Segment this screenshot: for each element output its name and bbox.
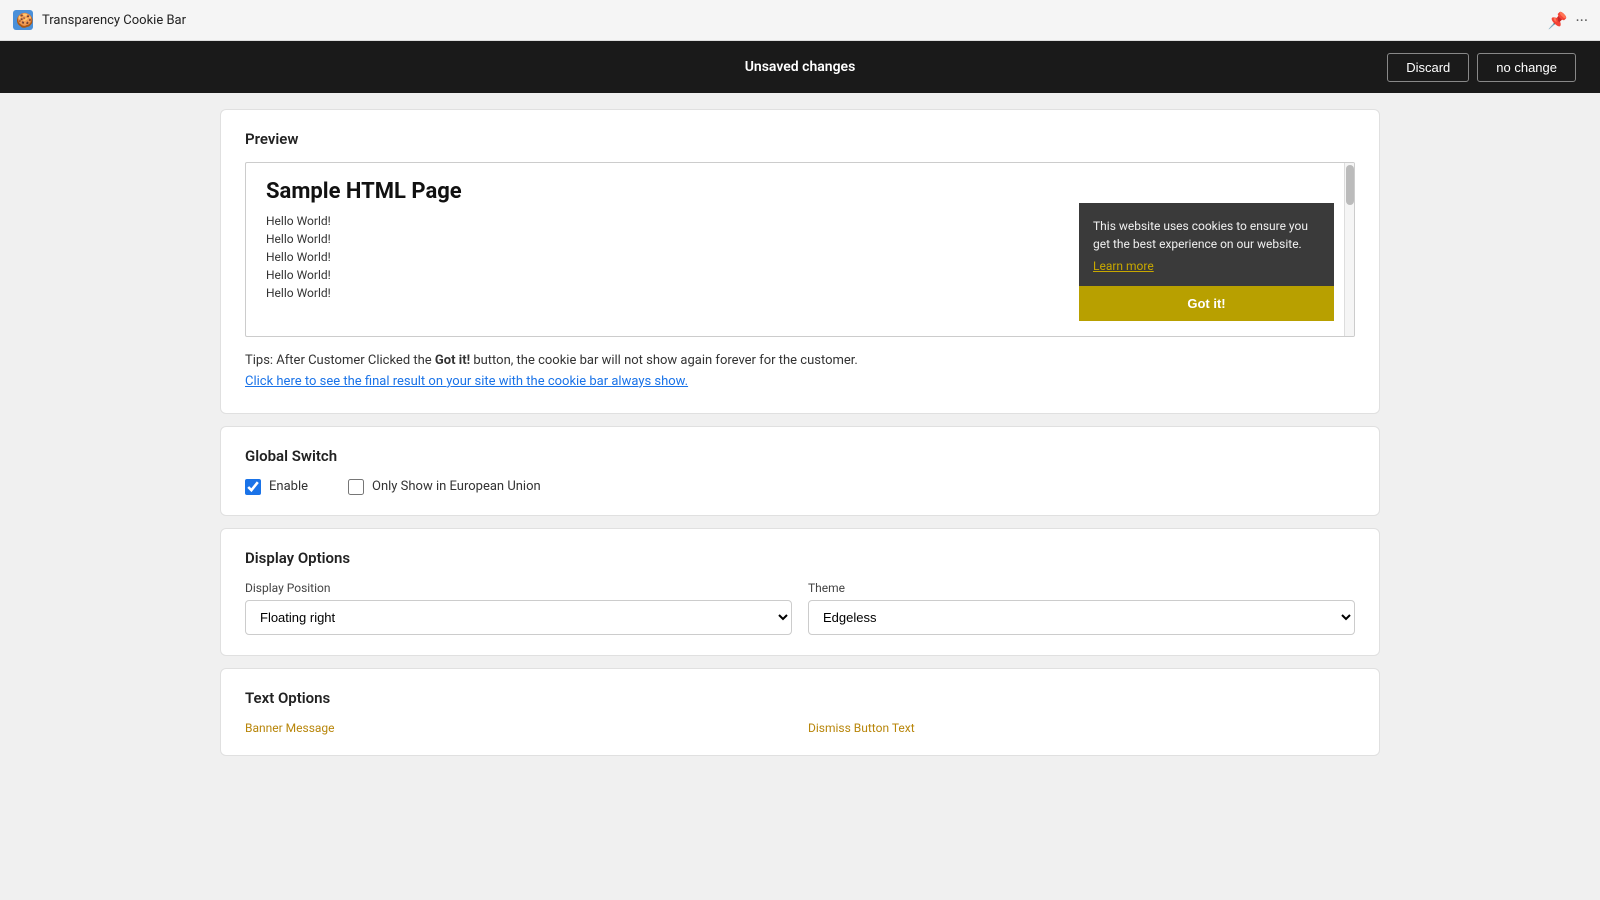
switch-row: Enable Only Show in European Union [245, 479, 1355, 495]
tips-text2: button, the cookie bar will not show aga… [470, 353, 858, 368]
cookie-popup-body: This website uses cookies to ensure you … [1079, 203, 1334, 286]
dismiss-button-field: Dismiss Button Text [808, 721, 1355, 735]
unsaved-title: Unsaved changes [745, 59, 856, 75]
text-options-title: Text Options [245, 689, 1355, 707]
main-content: Preview Sample HTML Page Hello World! He… [0, 93, 1600, 772]
position-label: Display Position [245, 581, 792, 595]
eu-checkbox-label[interactable]: Only Show in European Union [348, 479, 541, 495]
enable-checkbox-label[interactable]: Enable [245, 479, 308, 495]
display-options-title: Display Options [245, 549, 1355, 567]
tips-link[interactable]: Click here to see the final result on yo… [245, 374, 688, 389]
display-options-card: Display Options Display Position Floatin… [220, 528, 1380, 656]
enable-checkbox[interactable] [245, 479, 261, 495]
cookie-popup-learn-more[interactable]: Learn more [1093, 259, 1154, 273]
svg-text:🍪: 🍪 [16, 12, 33, 29]
title-bar-right: 📌 ··· [1548, 11, 1588, 30]
no-change-button[interactable]: no change [1477, 53, 1576, 82]
tips-text1: Tips: After Customer Clicked the [245, 353, 435, 368]
preview-card: Preview Sample HTML Page Hello World! He… [220, 109, 1380, 414]
tips-section: Tips: After Customer Clicked the Got it!… [245, 351, 1355, 393]
cookie-popup-message: This website uses cookies to ensure you … [1093, 217, 1320, 253]
preview-iframe: Sample HTML Page Hello World! Hello Worl… [245, 162, 1355, 337]
title-bar: 🍪 Transparency Cookie Bar 📌 ··· [0, 0, 1600, 41]
unsaved-actions: Discard no change [1387, 53, 1576, 82]
preview-title: Preview [245, 130, 1355, 148]
enable-label: Enable [269, 479, 308, 494]
discard-button[interactable]: Discard [1387, 53, 1469, 82]
cookie-popup: This website uses cookies to ensure you … [1079, 203, 1334, 321]
app-title: Transparency Cookie Bar [42, 13, 186, 28]
theme-select[interactable]: Edgeless Classic Modern [808, 600, 1355, 635]
options-grid: Display Position Floating right Floating… [245, 581, 1355, 635]
title-bar-left: 🍪 Transparency Cookie Bar [12, 9, 186, 31]
tips-bold: Got it! [435, 353, 470, 368]
preview-page-title: Sample HTML Page [266, 179, 1334, 204]
text-options-card: Text Options Banner Message Dismiss Butt… [220, 668, 1380, 756]
app-icon: 🍪 [12, 9, 34, 31]
position-field: Display Position Floating right Floating… [245, 581, 792, 635]
dismiss-button-label: Dismiss Button Text [808, 721, 1355, 735]
global-switch-title: Global Switch [245, 447, 1355, 465]
preview-inner: Sample HTML Page Hello World! Hello Worl… [246, 163, 1354, 336]
cookie-popup-button[interactable]: Got it! [1079, 286, 1334, 321]
eu-label: Only Show in European Union [372, 479, 541, 494]
position-select[interactable]: Floating right Floating left Bottom bar … [245, 600, 792, 635]
eu-checkbox[interactable] [348, 479, 364, 495]
theme-label: Theme [808, 581, 1355, 595]
banner-message-label: Banner Message [245, 721, 792, 735]
text-options-grid: Banner Message Dismiss Button Text [245, 721, 1355, 735]
more-icon[interactable]: ··· [1575, 11, 1588, 30]
preview-scrollbar [1344, 163, 1354, 336]
global-switch-card: Global Switch Enable Only Show in Europe… [220, 426, 1380, 516]
preview-scrollbar-thumb [1346, 165, 1354, 205]
banner-message-field: Banner Message [245, 721, 792, 735]
unsaved-bar: Unsaved changes Discard no change [0, 41, 1600, 93]
theme-field: Theme Edgeless Classic Modern [808, 581, 1355, 635]
pin-icon[interactable]: 📌 [1548, 11, 1568, 30]
